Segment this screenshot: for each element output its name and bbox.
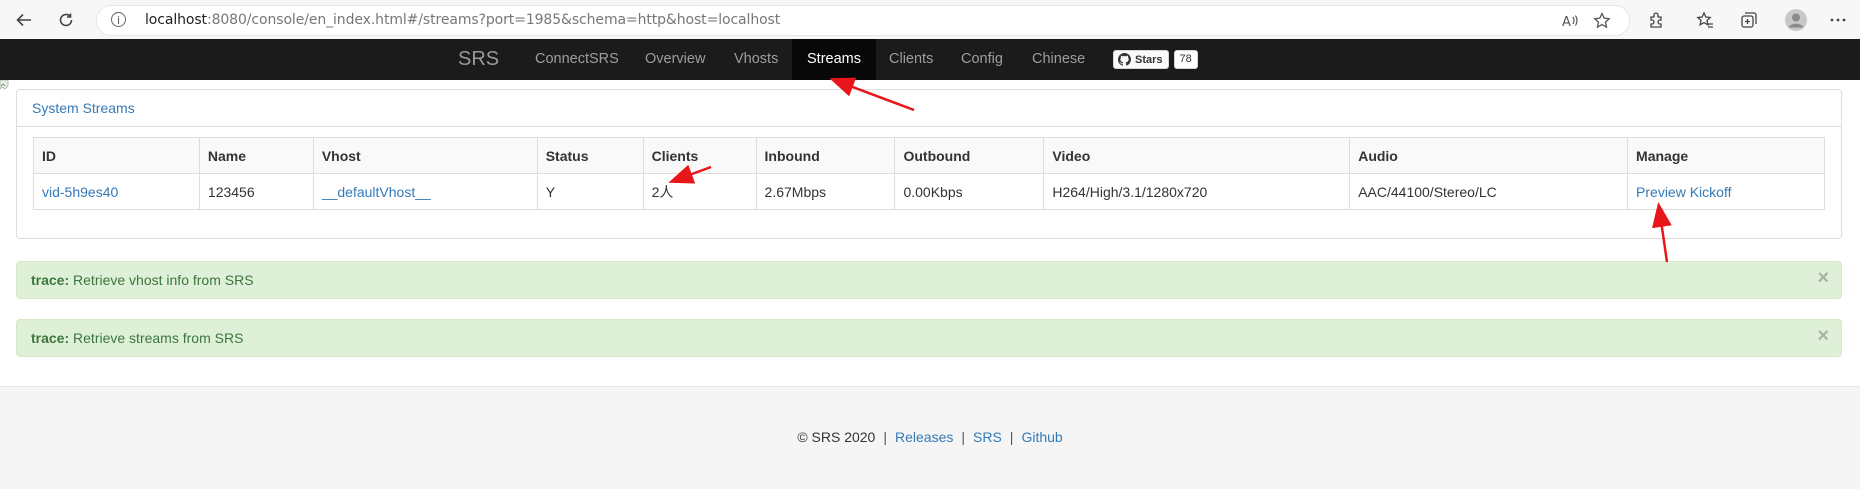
alert-message: trace: Retrieve vhost info from SRS	[31, 272, 254, 288]
github-stars-button[interactable]: Stars	[1113, 50, 1169, 69]
footer-link-github[interactable]: Github	[1021, 429, 1062, 445]
col-outbound: Outbound	[894, 137, 1045, 174]
address-bar[interactable]: i localhost:8080/console/en_index.html#/…	[96, 5, 1630, 36]
streams-table: ID Name Vhost Status Clients Inbound Out…	[33, 137, 1825, 210]
col-audio: Audio	[1349, 137, 1629, 174]
brand-logo[interactable]: SRS	[458, 39, 499, 80]
extensions-icon[interactable]	[1645, 8, 1669, 32]
nav-clients[interactable]: Clients	[874, 39, 948, 80]
nav-connectsrs[interactable]: ConnectSRS	[520, 39, 634, 80]
col-manage: Manage	[1627, 137, 1825, 174]
stream-id-link[interactable]: vid-5h9es40	[42, 184, 118, 200]
alert-message: trace: Retrieve streams from SRS	[31, 330, 243, 346]
nav-vhosts[interactable]: Vhosts	[719, 39, 793, 80]
github-stars-count[interactable]: 78	[1173, 50, 1198, 69]
cell-clients: 2人	[642, 173, 757, 210]
github-stars-widget[interactable]: Stars 78	[1113, 50, 1198, 69]
add-favorite-icon[interactable]	[1591, 10, 1613, 32]
footer-link-releases[interactable]: Releases	[895, 429, 953, 445]
trace-alert: trace: Retrieve streams from SRS ×	[16, 319, 1842, 357]
favorites-icon[interactable]	[1693, 8, 1717, 32]
footer-separator: |	[1009, 429, 1014, 445]
col-video: Video	[1043, 137, 1351, 174]
cell-id: vid-5h9es40	[33, 173, 200, 210]
system-streams-panel: System Streams ID Name Vhost Status Clie…	[16, 89, 1842, 239]
nav-chinese[interactable]: Chinese	[1017, 39, 1100, 80]
footer: © SRS 2020 | Releases | SRS | Github	[0, 386, 1860, 489]
profile-avatar-icon[interactable]	[1784, 8, 1808, 32]
col-status: Status	[536, 137, 644, 174]
broken-image-icon	[0, 80, 9, 90]
alert-level: trace:	[31, 272, 70, 288]
kickoff-link[interactable]: Kickoff	[1690, 184, 1732, 200]
preview-link[interactable]: Preview	[1636, 184, 1686, 200]
cell-outbound: 0.00Kbps	[894, 173, 1045, 210]
col-name: Name	[198, 137, 314, 174]
refresh-icon[interactable]	[52, 6, 80, 34]
back-icon[interactable]	[10, 6, 38, 34]
collections-icon[interactable]	[1737, 8, 1761, 32]
browser-toolbar: i localhost:8080/console/en_index.html#/…	[0, 0, 1860, 40]
cell-video: H264/High/3.1/1280x720	[1043, 173, 1351, 210]
alert-level: trace:	[31, 330, 70, 346]
nav-config[interactable]: Config	[946, 39, 1018, 80]
cell-status: Y	[536, 173, 644, 210]
alert-close-button[interactable]: ×	[1817, 268, 1829, 288]
vhost-link[interactable]: __defaultVhost__	[322, 184, 431, 200]
cell-inbound: 2.67Mbps	[755, 173, 896, 210]
col-id: ID	[33, 137, 200, 174]
top-navbar: SRS ConnectSRS Overview Vhosts Streams C…	[0, 39, 1860, 80]
footer-separator: |	[883, 429, 887, 445]
table-row: vid-5h9es40 123456 __defaultVhost__ Y 2人…	[33, 173, 1825, 210]
col-vhost: Vhost	[312, 137, 538, 174]
panel-title[interactable]: System Streams	[32, 100, 135, 116]
trace-alert: trace: Retrieve vhost info from SRS ×	[16, 261, 1842, 299]
cell-audio: AAC/44100/Stereo/LC	[1349, 173, 1629, 210]
github-icon	[1118, 53, 1131, 66]
alert-text: Retrieve vhost info from SRS	[73, 272, 254, 288]
read-aloud-icon[interactable]: A	[1559, 10, 1581, 32]
github-stars-label: Stars	[1135, 53, 1163, 66]
url-text[interactable]: localhost:8080/console/en_index.html#/st…	[145, 12, 780, 28]
footer-separator: |	[961, 429, 965, 445]
svg-text:A: A	[1562, 15, 1571, 30]
alert-close-button[interactable]: ×	[1817, 326, 1829, 346]
footer-copyright: © SRS 2020	[797, 429, 876, 445]
cell-name: 123456	[198, 173, 314, 210]
alert-text: Retrieve streams from SRS	[73, 330, 244, 346]
cell-vhost: __defaultVhost__	[312, 173, 538, 210]
nav-streams[interactable]: Streams	[792, 39, 876, 80]
table-header-row: ID Name Vhost Status Clients Inbound Out…	[33, 137, 1825, 174]
nav-overview[interactable]: Overview	[630, 39, 720, 80]
col-inbound: Inbound	[755, 137, 896, 174]
site-info-icon[interactable]: i	[111, 12, 126, 27]
col-clients: Clients	[642, 137, 757, 174]
more-options-icon[interactable]	[1826, 8, 1850, 32]
footer-link-srs[interactable]: SRS	[973, 429, 1002, 445]
panel-heading: System Streams	[17, 90, 1841, 127]
footer-line: © SRS 2020 | Releases | SRS | Github	[0, 429, 1860, 445]
cell-manage: Preview Kickoff	[1627, 173, 1825, 210]
